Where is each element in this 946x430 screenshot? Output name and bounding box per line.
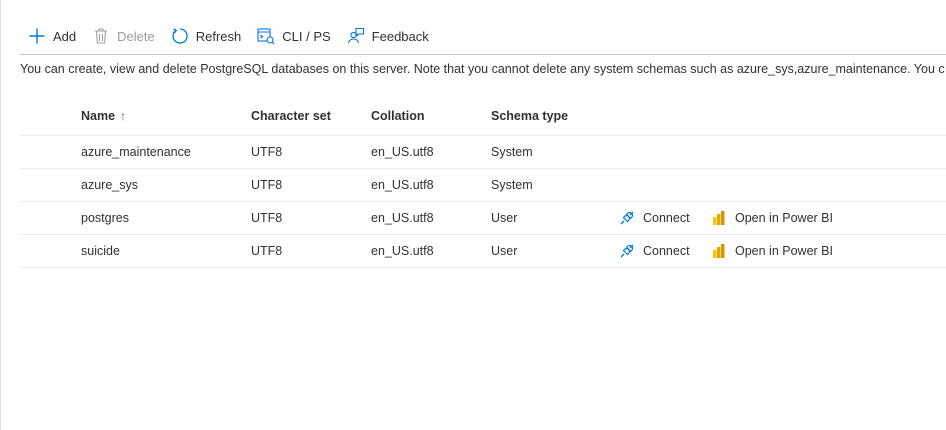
feedback-icon xyxy=(347,27,365,45)
page-description: You can create, view and delete PostgreS… xyxy=(20,62,945,76)
feedback-label: Feedback xyxy=(371,28,429,44)
connect-link[interactable]: Connect xyxy=(618,202,690,234)
add-button[interactable]: Add xyxy=(20,18,84,54)
cli-icon xyxy=(257,27,275,45)
database-name: azure_maintenance xyxy=(81,145,191,159)
power-bi-label: Open in Power BI xyxy=(735,211,833,225)
database-name: azure_sys xyxy=(81,178,138,192)
cli-ps-button[interactable]: CLI / PS xyxy=(249,18,338,54)
database-schema-type: System xyxy=(491,145,533,159)
column-header-name[interactable]: Name ↑ xyxy=(81,96,126,135)
connect-label: Connect xyxy=(643,211,690,225)
delete-label: Delete xyxy=(117,28,155,44)
database-schema-type: User xyxy=(491,211,518,225)
column-header-schema-type[interactable]: Schema type xyxy=(491,96,568,135)
table-row[interactable]: suicide UTF8 en_US.utf8 User Connect Ope… xyxy=(20,235,946,268)
database-name: suicide xyxy=(81,244,120,258)
column-header-charset[interactable]: Character set xyxy=(251,96,331,135)
databases-table: Name ↑ Character set Collation Schema ty… xyxy=(20,96,946,268)
feedback-button[interactable]: Feedback xyxy=(339,18,437,54)
left-border xyxy=(0,0,1,430)
power-bi-label: Open in Power BI xyxy=(735,244,833,258)
table-row[interactable]: azure_maintenance UTF8 en_US.utf8 System xyxy=(20,136,946,169)
database-charset: UTF8 xyxy=(251,211,283,225)
table-row[interactable]: postgres UTF8 en_US.utf8 User Connect Op… xyxy=(20,202,946,235)
column-header-collation[interactable]: Collation xyxy=(371,96,424,135)
command-bar: Add Delete Refresh CLI / PS Feedback xyxy=(20,18,946,55)
database-schema-type: System xyxy=(491,178,533,192)
connect-link[interactable]: Connect xyxy=(618,235,690,267)
power-bi-icon xyxy=(710,242,728,260)
database-collation: en_US.utf8 xyxy=(371,145,434,159)
database-charset: UTF8 xyxy=(251,145,283,159)
power-bi-icon xyxy=(710,209,728,227)
database-schema-type: User xyxy=(491,244,518,258)
refresh-button[interactable]: Refresh xyxy=(163,18,250,54)
add-label: Add xyxy=(53,28,77,44)
column-header-name-label: Name xyxy=(81,108,116,123)
database-charset: UTF8 xyxy=(251,244,283,258)
database-collation: en_US.utf8 xyxy=(371,178,434,192)
plus-icon xyxy=(28,27,46,45)
database-collation: en_US.utf8 xyxy=(371,211,434,225)
open-in-power-bi-link[interactable]: Open in Power BI xyxy=(710,202,833,234)
delete-button[interactable]: Delete xyxy=(84,18,163,54)
database-collation: en_US.utf8 xyxy=(371,244,434,258)
sort-ascending-icon: ↑ xyxy=(120,108,127,123)
table-row[interactable]: azure_sys UTF8 en_US.utf8 System xyxy=(20,169,946,202)
database-name: postgres xyxy=(81,211,129,225)
plug-icon xyxy=(618,242,636,260)
connect-label: Connect xyxy=(643,244,690,258)
refresh-label: Refresh xyxy=(195,28,242,44)
plug-icon xyxy=(618,209,636,227)
refresh-icon xyxy=(171,27,189,45)
database-charset: UTF8 xyxy=(251,178,283,192)
table-header-row: Name ↑ Character set Collation Schema ty… xyxy=(20,96,946,136)
open-in-power-bi-link[interactable]: Open in Power BI xyxy=(710,235,833,267)
cli-ps-label: CLI / PS xyxy=(282,28,331,44)
trash-icon xyxy=(92,27,110,45)
